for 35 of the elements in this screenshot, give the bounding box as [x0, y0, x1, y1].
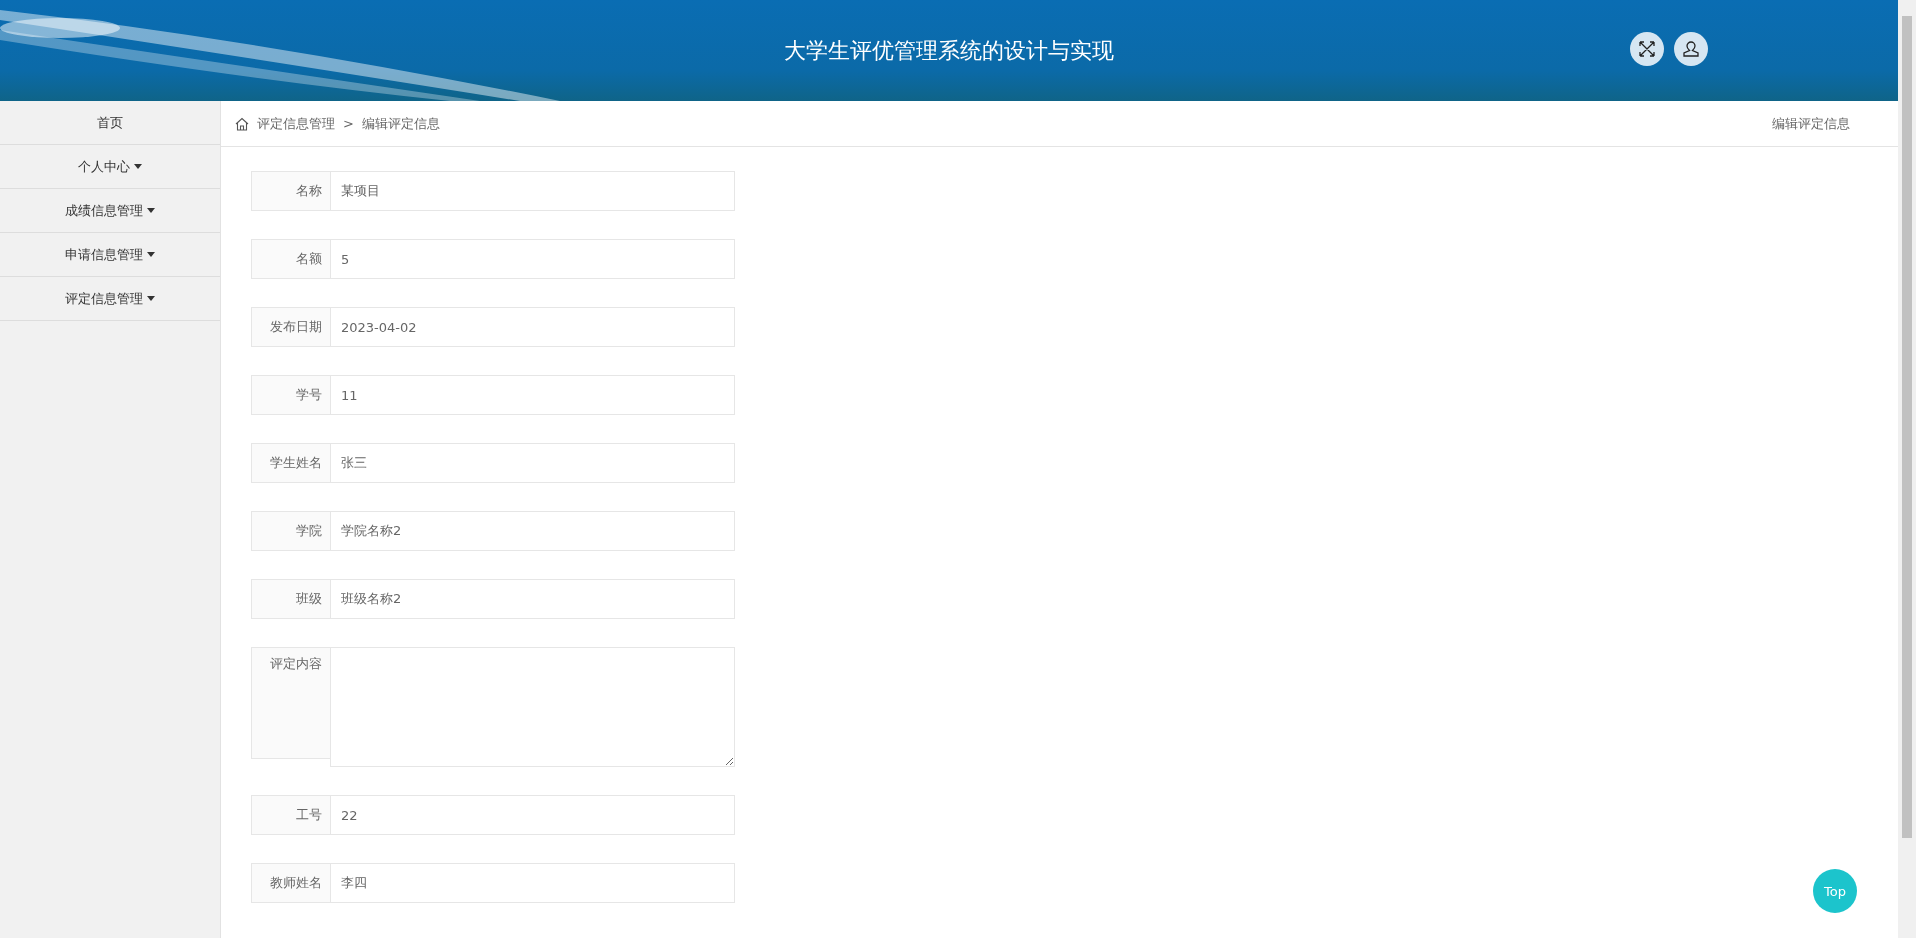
field-label: 评定内容 — [251, 647, 330, 759]
sidebar-item[interactable]: 申请信息管理 — [0, 233, 220, 277]
input-field[interactable]: 张三 — [330, 443, 735, 483]
sidebar-item[interactable]: 成绩信息管理 — [0, 189, 220, 233]
sidebar-item[interactable]: 个人中心 — [0, 145, 220, 189]
input-field[interactable]: 22 — [330, 795, 735, 835]
field-label: 名称 — [251, 171, 330, 211]
breadcrumb-link[interactable]: 评定信息管理 — [257, 114, 335, 133]
sidebar-item[interactable]: 评定信息管理 — [0, 277, 220, 321]
input-field[interactable]: 11 — [330, 375, 735, 415]
input-field[interactable]: 班级名称2 — [330, 579, 735, 619]
expand-arrows-icon — [1638, 40, 1656, 58]
breadcrumb-separator: > — [343, 116, 354, 131]
field-label: 名额 — [251, 239, 330, 279]
sidebar-item[interactable]: 首页 — [0, 101, 220, 145]
field-label: 学生姓名 — [251, 443, 330, 483]
input-field[interactable]: 某项目 — [330, 171, 735, 211]
field-label: 工号 — [251, 795, 330, 835]
fullscreen-button[interactable] — [1630, 32, 1664, 66]
input-field[interactable]: 2023-04-02 — [330, 307, 735, 347]
scroll-bar[interactable] — [1898, 0, 1916, 938]
field-label: 学院 — [251, 511, 330, 551]
input-field[interactable]: 5 — [330, 239, 735, 279]
page-title: 编辑评定信息 — [1772, 114, 1850, 133]
field-label: 班级 — [251, 579, 330, 619]
field-label: 发布日期 — [251, 307, 330, 347]
field-label: 学号 — [251, 375, 330, 415]
field-label: 教师姓名 — [251, 863, 330, 903]
breadcrumb-current: 编辑评定信息 — [361, 114, 440, 133]
input-field[interactable]: 学院名称2 — [330, 511, 735, 551]
home-icon[interactable] — [235, 116, 249, 131]
person-icon — [1682, 40, 1700, 58]
input-field[interactable]: 李四 — [330, 863, 735, 903]
app-title: 大学生评优管理系统的设计与实现 — [784, 36, 1114, 65]
user-button[interactable] — [1674, 32, 1708, 66]
